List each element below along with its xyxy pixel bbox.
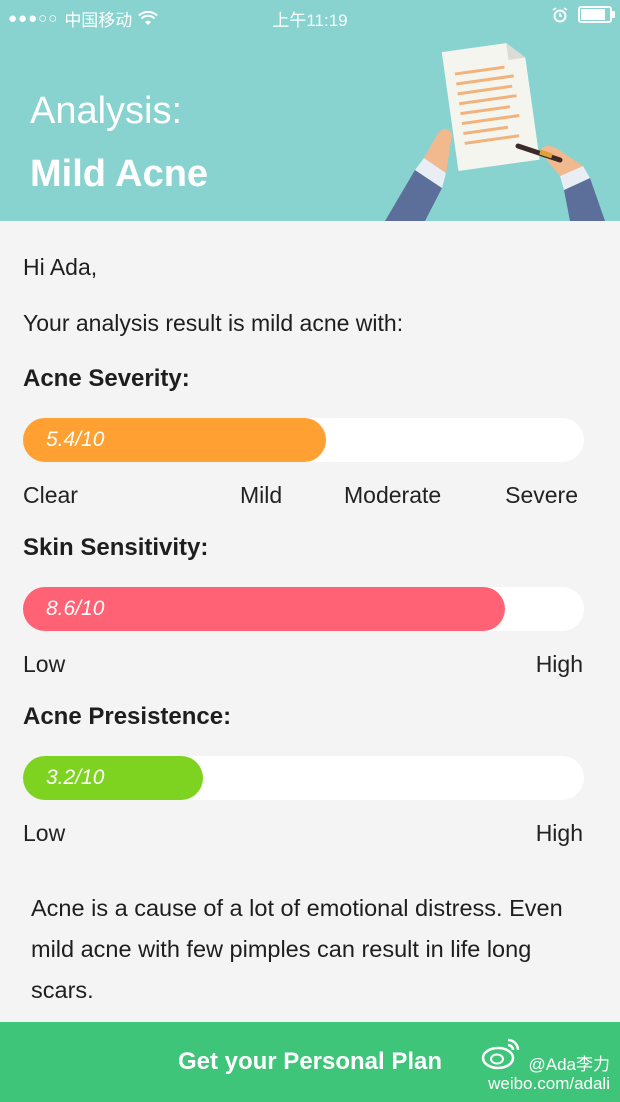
skin-sensitivity-bar: 8.6/10	[23, 587, 506, 631]
info-note: Acne is a cause of a lot of emotional di…	[31, 895, 563, 1003]
acne-persistence-track: 3.2/10	[23, 756, 584, 800]
acne-severity-value: 5.4/10	[46, 428, 105, 451]
skin-sensitivity-value: 8.6/10	[46, 597, 105, 620]
watermark-url: weibo.com/adali	[488, 1074, 610, 1093]
scale-label-high: High	[535, 651, 583, 677]
acne-persistence-value: 3.2/10	[46, 766, 105, 789]
skin-sensitivity-title: Skin Sensitivity:	[23, 534, 209, 561]
acne-severity-bar: 5.4/10	[23, 418, 326, 462]
battery-icon	[578, 6, 615, 23]
acne-severity-track: 5.4/10	[23, 418, 584, 462]
scale-label-moderate: Moderate	[344, 482, 442, 508]
document-signing-illustration	[385, 43, 605, 221]
status-bar: ●●●○○ 中国移动 上午11:19	[0, 0, 620, 34]
intro-text: Your analysis result is mild acne with:	[23, 310, 404, 336]
greeting-text: Hi Ada,	[23, 254, 98, 280]
scale-label-mild: Mild	[240, 482, 283, 508]
alarm-icon	[552, 6, 568, 22]
diagnosis-title: Mild Acne	[30, 153, 209, 195]
analysis-content: Hi Ada, Your analysis result is mild acn…	[0, 221, 620, 1021]
scale-label-low: Low	[23, 820, 66, 846]
acne-persistence-title: Acne Presistence:	[23, 703, 232, 730]
skin-sensitivity-track: 8.6/10	[23, 587, 584, 631]
clock: 上午11:19	[272, 11, 348, 30]
page-title: Analysis:	[30, 90, 183, 132]
get-personal-plan-label: Get your Personal Plan	[177, 1048, 443, 1075]
scale-label-low: Low	[23, 651, 66, 677]
scale-label-high: High	[535, 820, 583, 846]
acne-persistence-bar: 3.2/10	[23, 756, 203, 800]
header-banner: ●●●○○ 中国移动 上午11:19 Analysis: Mild Acne	[0, 0, 620, 221]
acne-severity-title: Acne Severity:	[23, 365, 190, 392]
scale-label-severe: Severe	[505, 482, 578, 508]
weibo-logo-icon	[481, 1038, 520, 1070]
watermark-handle: @Ada李力	[528, 1055, 610, 1074]
scale-label-clear: Clear	[23, 482, 78, 508]
